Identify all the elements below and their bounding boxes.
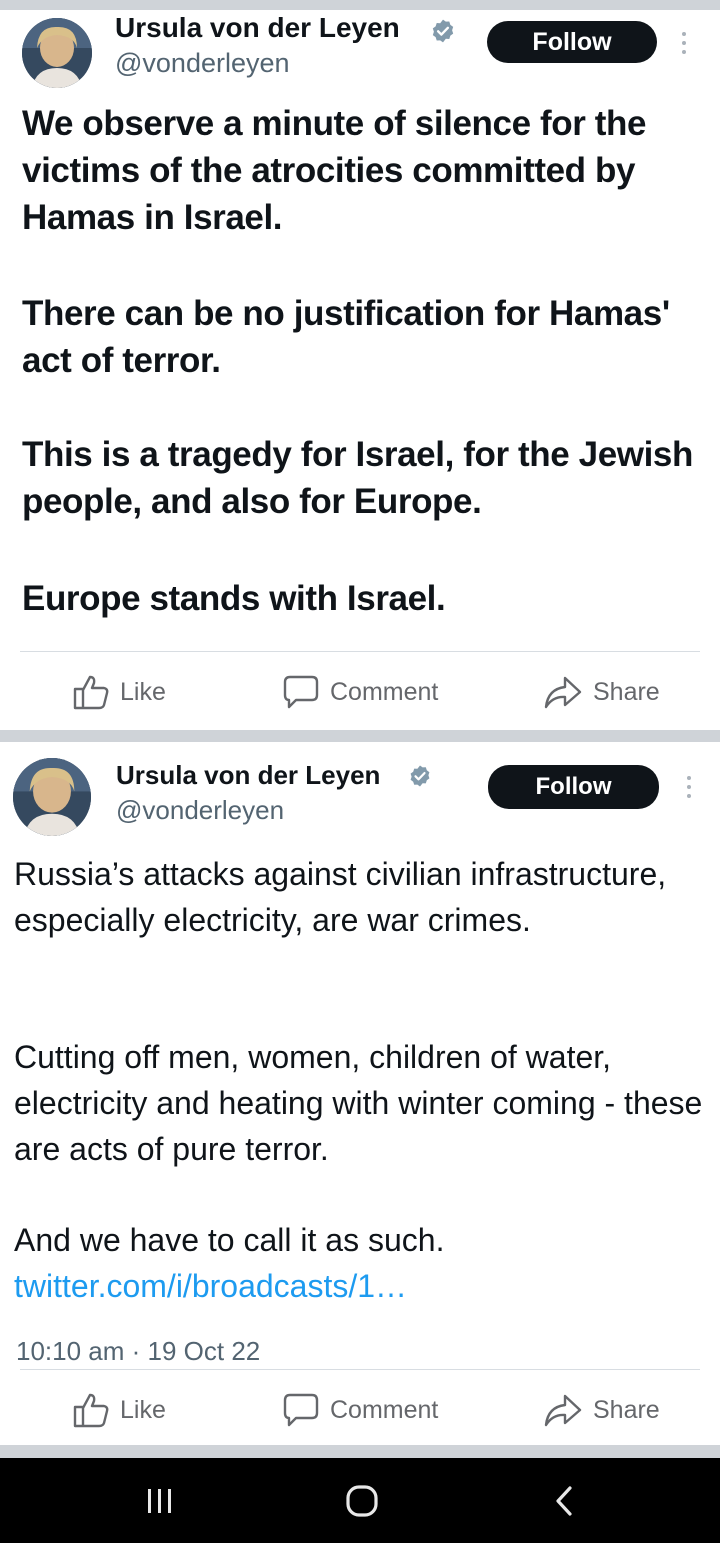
broadcast-link[interactable]: twitter.com/i/broadcasts/1… — [14, 1268, 407, 1304]
comment-button[interactable]: Comment — [282, 674, 438, 710]
post-text-paragraph: Cutting off men, women, children of wate… — [14, 1039, 703, 1167]
recent-apps-icon — [148, 1488, 171, 1513]
comment-bubble-icon — [283, 1393, 319, 1427]
author-avatar[interactable] — [13, 758, 91, 836]
share-button[interactable]: Share — [543, 674, 660, 710]
like-label: Like — [120, 677, 166, 706]
more-options-icon[interactable] — [686, 776, 692, 802]
post-text-paragraph: There can be no justification for Hamas'… — [22, 294, 670, 380]
share-button[interactable]: Share — [543, 1392, 660, 1428]
divider — [20, 651, 700, 652]
follow-button[interactable]: Follow — [488, 765, 659, 809]
post-text-paragraph: We observe a minute of silence for the v… — [22, 104, 647, 237]
avatar-image — [22, 18, 92, 88]
post-text-paragraph: Europe stands with Israel. — [22, 579, 446, 618]
comment-label: Comment — [330, 677, 439, 706]
post-card-2: Ursula von der Leyen @vonderleyen Follow… — [0, 742, 720, 1445]
post-text-paragraph: This is a tragedy for Israel, for the Je… — [22, 435, 693, 521]
post-timestamp[interactable]: 10:10 am · 19 Oct 22 — [16, 1336, 260, 1367]
share-arrow-icon — [544, 1394, 582, 1427]
share-label: Share — [593, 677, 660, 706]
verified-badge-icon — [432, 19, 454, 43]
system-navigation-bar — [0, 1458, 720, 1543]
author-handle[interactable]: @vonderleyen — [115, 48, 290, 79]
post-text-sentence: And we have to call it as such. — [14, 1222, 445, 1258]
home-button[interactable] — [322, 1458, 402, 1543]
post-text-paragraph: Russia’s attacks against civilian infras… — [14, 856, 667, 938]
share-label: Share — [593, 1395, 660, 1424]
like-button[interactable]: Like — [72, 1392, 166, 1428]
author-name[interactable]: Ursula von der Leyen — [116, 760, 380, 791]
home-icon — [346, 1484, 378, 1517]
comment-label: Comment — [330, 1395, 439, 1424]
back-icon — [556, 1485, 572, 1516]
verified-badge-icon — [410, 765, 430, 787]
thumbs-up-icon — [73, 1393, 109, 1428]
comment-bubble-icon — [283, 675, 319, 709]
recent-apps-button[interactable] — [120, 1458, 200, 1543]
author-name[interactable]: Ursula von der Leyen — [115, 12, 400, 44]
post-text-paragraph: And we have to call it as such. twitter.… — [14, 1217, 704, 1309]
author-avatar[interactable] — [22, 18, 92, 88]
comment-button[interactable]: Comment — [282, 1392, 438, 1428]
like-button[interactable]: Like — [72, 674, 166, 710]
like-label: Like — [120, 1395, 166, 1424]
share-arrow-icon — [544, 676, 582, 709]
author-handle[interactable]: @vonderleyen — [116, 795, 284, 826]
thumbs-up-icon — [73, 675, 109, 710]
back-button[interactable] — [525, 1458, 605, 1543]
top-strip — [0, 0, 720, 10]
avatar-image — [13, 758, 91, 836]
follow-button[interactable]: Follow — [487, 21, 657, 63]
more-options-icon[interactable] — [681, 32, 687, 58]
divider — [20, 1369, 700, 1370]
post-card-1: Ursula von der Leyen @vonderleyen Follow… — [0, 10, 720, 730]
